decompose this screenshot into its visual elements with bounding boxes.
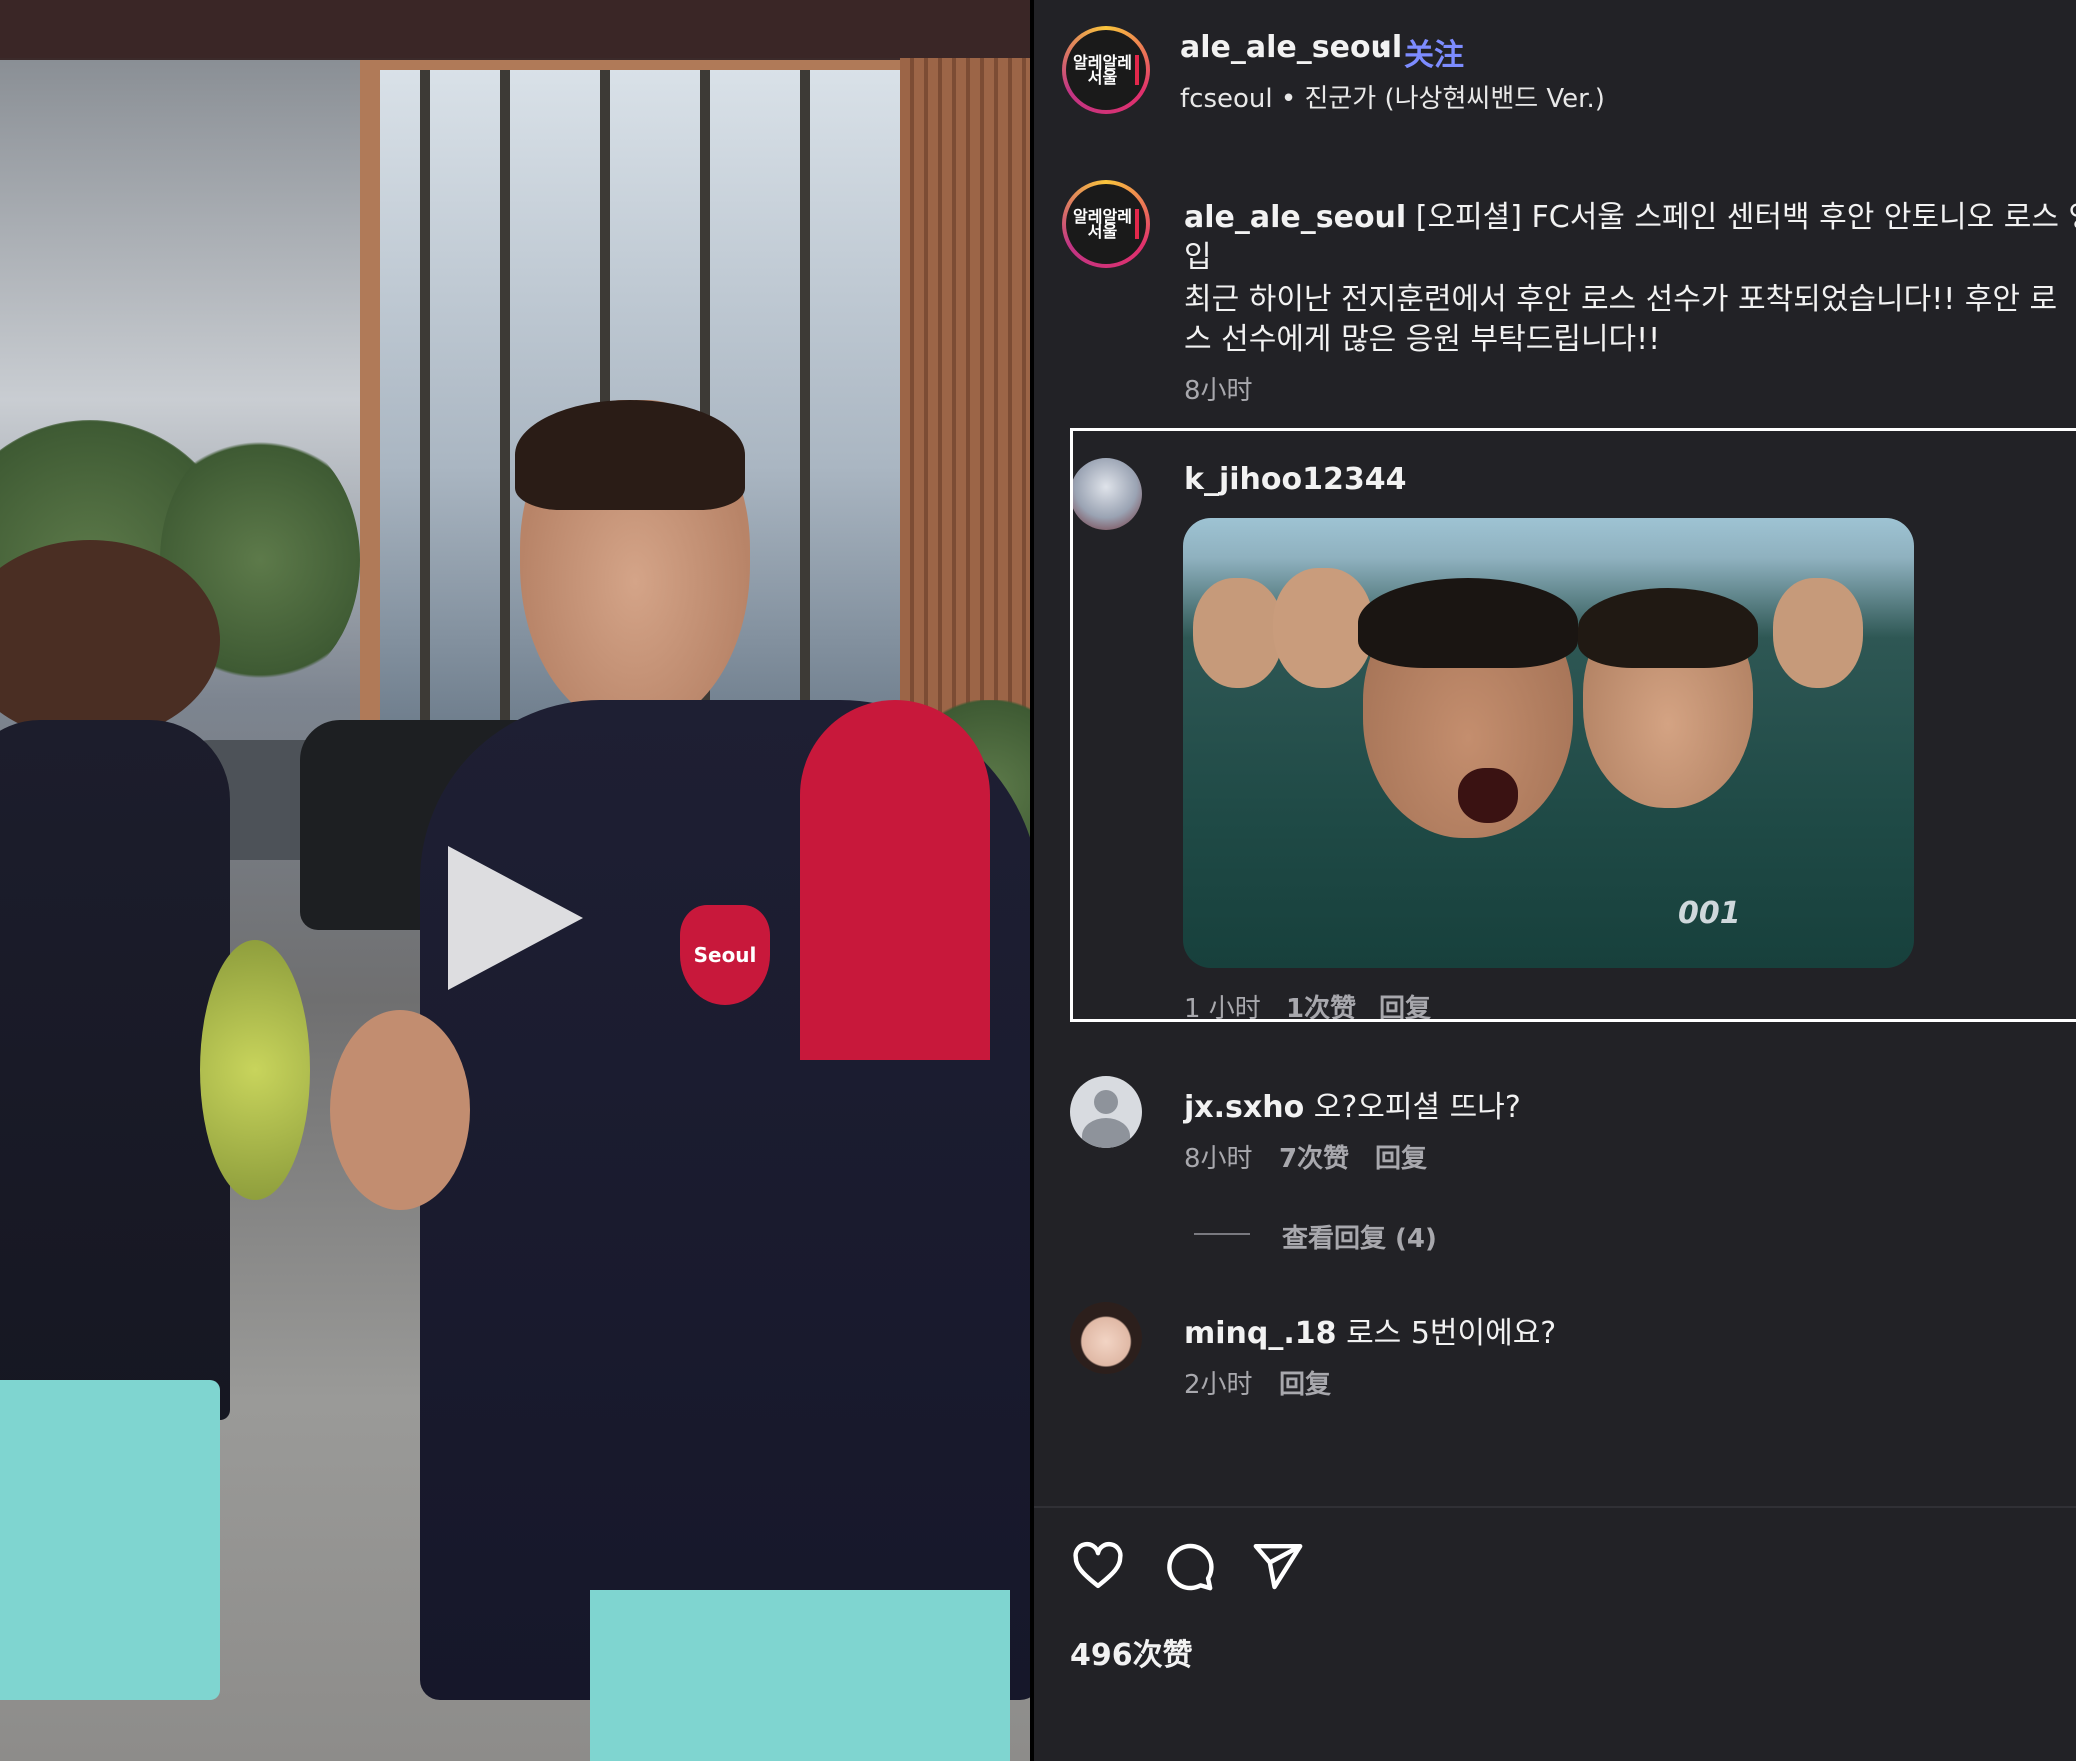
video-player[interactable]: Seoul [0,0,1030,1761]
reply-button[interactable]: 回复 [1375,1138,1427,1175]
reply-button[interactable]: 回复 [1279,1364,1331,1401]
caption-line4: 스 선수에게 많은 응원 부탁드립니다!! [1184,322,1661,357]
caption-avatar[interactable]: 알레알레 서울 [1062,180,1150,268]
player-main-hair [515,400,745,510]
comment-time: 2小时 [1184,1370,1253,1400]
player-left-jersey [0,720,230,1420]
follow-button[interactable]: 关注 [1404,30,1464,74]
header-username[interactable]: ale_ale_seoul [1180,30,1402,65]
caption-line3: 최근 하이난 전지훈련에서 후안 로스 선수가 포착되었습니다!! 후안 로 [1184,282,2058,317]
comment-icon[interactable] [1160,1538,1216,1594]
window-frame [500,70,510,730]
heart-icon[interactable] [1070,1538,1126,1594]
avatar-logo: 알레알레 서울 [1073,209,1139,240]
window-frame [800,70,810,730]
comment-avatar[interactable] [1070,1302,1142,1374]
comment-avatar[interactable] [1070,1076,1142,1148]
highlighted-comment-frame [1070,428,2076,1022]
jersey-red-stripe [800,700,990,1060]
caption-line2: 입 [1184,240,1212,275]
seoul-crest: Seoul [680,905,770,1005]
send-icon[interactable] [1250,1538,1306,1594]
comment-text: 오?오피셜 뜨나? [1313,1090,1521,1125]
canopy [0,0,1030,58]
comment-line: jx.sxho 오?오피셜 뜨나? [1184,1082,1521,1126]
comment-username[interactable]: minq_.18 [1184,1316,1337,1351]
play-icon[interactable] [448,846,583,990]
likes-count[interactable]: 496次赞 [1070,1630,1193,1674]
window-frame [420,70,430,730]
comment-line: minq_.18 로스 5번이에요? [1184,1308,1556,1352]
caption-text: [오피셜] FC서울 스페인 센터백 후안 안토니오 로스 영 [1415,200,2076,235]
account-avatar[interactable]: 알레알레 서울 [1062,26,1150,114]
comment-likes[interactable]: 7次赞 [1279,1138,1349,1175]
caption-time: 8小时 [1184,376,1253,406]
header-dot: • [1376,30,1394,65]
view-replies-button[interactable]: 查看回复 (4) [1282,1218,1437,1255]
player-left-shorts [0,1380,220,1700]
header-subline[interactable]: fcseoul • 진군가 (나상현씨밴드 Ver.) [1180,78,1605,115]
comment-username[interactable]: jx.sxho [1184,1090,1304,1125]
player-main-shorts [590,1590,1010,1761]
caption-line1: ale_ale_seoul [오피셜] FC서울 스페인 센터백 후안 안토니오… [1184,192,2076,236]
view-replies-line [1194,1233,1250,1235]
wood-panel [900,40,1030,740]
avatar-logo: 알레알레 서울 [1073,55,1139,86]
player-hand [330,1010,470,1210]
comment-text: 로스 5번이에요? [1346,1316,1557,1351]
actions-separator [1034,1506,2076,1508]
ball [200,940,310,1200]
caption-username[interactable]: ale_ale_seoul [1184,200,1406,235]
comment-time: 8小时 [1184,1144,1253,1174]
